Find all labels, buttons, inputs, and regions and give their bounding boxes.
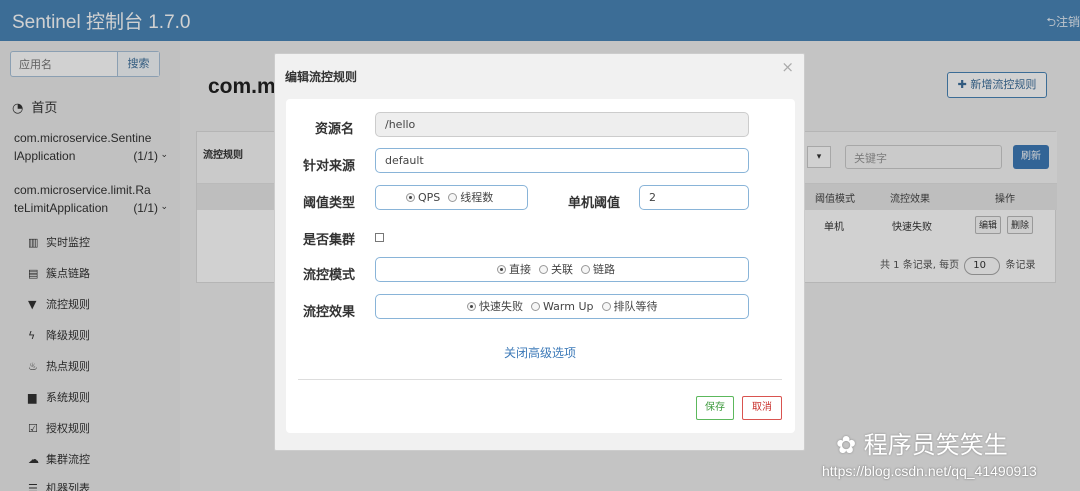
watermark-url: https://blog.csdn.net/qq_41490913 xyxy=(822,463,1037,479)
close-icon[interactable]: × xyxy=(781,58,794,76)
radio-icon xyxy=(497,265,506,274)
cancel-button[interactable]: 取消 xyxy=(742,396,782,420)
dialog-body: 资源名 /hello 针对来源 default 阈值类型 QPS 线程数 单机阈值… xyxy=(286,99,795,433)
flow-effect-queue[interactable]: 排队等待 xyxy=(601,300,658,313)
flow-effect-warm-up[interactable]: Warm Up xyxy=(531,300,594,313)
flow-effect-label: 流控效果 xyxy=(303,305,356,320)
flow-mode-group: 直接 关联 链路 xyxy=(375,257,749,282)
cluster-label: 是否集群 xyxy=(303,233,356,248)
threshold-type-qps[interactable]: QPS xyxy=(406,191,440,204)
origin-label: 针对来源 xyxy=(303,159,356,174)
flow-effect-group: 快速失败 Warm Up 排队等待 xyxy=(375,294,749,319)
radio-icon xyxy=(531,302,540,311)
threshold-type-group: QPS 线程数 xyxy=(375,185,528,210)
resource-label: 资源名 xyxy=(315,122,355,137)
radio-icon xyxy=(406,193,415,202)
threshold-type-label: 阈值类型 xyxy=(303,196,356,211)
radio-icon xyxy=(581,265,590,274)
resource-field: /hello xyxy=(375,112,749,137)
watermark-brand: ✿ 程序员笑笑生 xyxy=(836,425,1008,460)
cluster-checkbox[interactable] xyxy=(375,233,384,242)
radio-icon xyxy=(448,193,458,202)
origin-field[interactable]: default xyxy=(375,148,749,173)
option-label: 直接 xyxy=(509,263,531,276)
flow-mode-label: 流控模式 xyxy=(303,268,356,283)
wechat-icon: ✿ xyxy=(836,431,864,459)
option-label: 线程数 xyxy=(460,191,494,204)
flow-mode-relate[interactable]: 关联 xyxy=(539,263,573,276)
radio-icon xyxy=(467,302,476,311)
toggle-advanced-link[interactable]: 关闭高级选项 xyxy=(504,344,576,361)
dialog-title: 编辑流控规则 xyxy=(285,70,358,84)
option-label: 链路 xyxy=(593,263,615,276)
save-button[interactable]: 保存 xyxy=(696,396,734,420)
single-threshold-label: 单机阈值 xyxy=(568,196,621,211)
option-label: 排队等待 xyxy=(613,300,658,313)
flow-effect-fast-fail[interactable]: 快速失败 xyxy=(467,300,523,313)
edit-flow-rule-dialog: 编辑流控规则 × 资源名 /hello 针对来源 default 阈值类型 QP… xyxy=(274,53,805,451)
watermark-text: 程序员笑笑生 xyxy=(863,431,1008,459)
flow-mode-direct[interactable]: 直接 xyxy=(497,263,531,276)
flow-mode-chain[interactable]: 链路 xyxy=(581,263,615,276)
option-label: 快速失败 xyxy=(479,300,523,313)
threshold-type-thread[interactable]: 线程数 xyxy=(448,191,493,204)
option-label: Warm Up xyxy=(543,300,594,313)
radio-icon xyxy=(539,265,548,274)
dialog-divider xyxy=(298,379,782,380)
option-label: 关联 xyxy=(551,263,573,276)
option-label: QPS xyxy=(418,191,441,204)
radio-icon xyxy=(601,302,611,311)
single-threshold-field[interactable]: 2 xyxy=(639,185,749,210)
